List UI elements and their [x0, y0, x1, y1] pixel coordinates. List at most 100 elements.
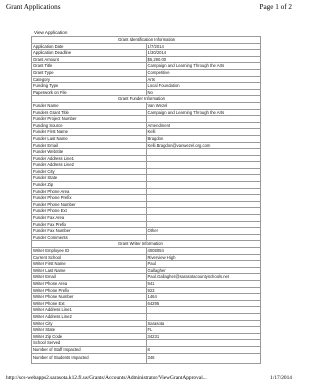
field-row: Grant Amount $5,290.00 [31, 55, 261, 64]
field-value [145, 167, 261, 176]
field-label: Funder Email [31, 141, 147, 150]
field-label: Funder Fax Number [31, 227, 147, 235]
grant-detail-table: Grant Identification Information Applicat… [31, 36, 261, 364]
field-label: Funder Project Number [31, 115, 147, 123]
field-label: Writer Email [31, 273, 147, 281]
field-label: Funder Fax Area [31, 214, 147, 222]
field-row: Writer Phone Area 941 [31, 279, 261, 288]
field-value [145, 233, 261, 242]
field-label: Application Deadline [31, 49, 147, 57]
field-value [145, 115, 261, 123]
field-value [145, 306, 261, 314]
field-value: 8 [145, 345, 261, 354]
field-value: 941 [145, 279, 261, 288]
field-row: Funder Fax Prefix [31, 220, 261, 229]
field-label: Funder Phone Area [31, 187, 147, 196]
field-row: Funder Address Line1 [31, 154, 261, 163]
field-label: Funder Name [31, 101, 147, 110]
field-row: Current School Riverview High [31, 253, 261, 262]
field-label: Current School [31, 253, 147, 262]
field-row: Funder Fax Number Other [31, 227, 261, 235]
field-value: Kelli.Bragdon@vanwezel.org.com [145, 141, 261, 150]
field-value [145, 207, 261, 216]
section-heading-row: Grant Funder Information [31, 95, 261, 103]
field-value [145, 214, 261, 222]
field-value [145, 200, 261, 209]
field-row: Writer State FL [31, 326, 261, 334]
field-value: 923 [145, 286, 261, 295]
field-value: Other [145, 227, 261, 235]
field-value: $5,290.00 [145, 55, 261, 64]
field-label: Funder State [31, 174, 147, 183]
field-value: 34231 [145, 332, 261, 341]
field-label: Funder City [31, 167, 147, 176]
field-label: Funder Comments [31, 233, 147, 242]
section-heading: Grant Funder Information [31, 95, 261, 103]
field-label: Grant Title [31, 62, 147, 70]
field-label: Writer State [31, 326, 147, 334]
section-heading-row: Grant Writer Information [31, 240, 261, 248]
page-footer: http://scs-webapps2.sarasota.k12.fl.us/G… [6, 374, 292, 382]
field-value: 4008054 [145, 247, 261, 255]
field-row: Writer Email Paul.Gallagher@sarasotacount… [31, 273, 261, 281]
field-label: Funder Phone Number [31, 200, 147, 209]
field-row: Application Date 1/7/2014 [31, 42, 261, 51]
field-value [145, 220, 261, 229]
field-label: Funder First Name [31, 128, 147, 136]
field-row: Funders Grant Title Campaign and Learning… [31, 108, 261, 117]
field-label: Funding Type [31, 82, 147, 90]
field-label: Writer Phone Area [31, 279, 147, 288]
field-row: Writer Address Line1 [31, 306, 261, 314]
field-row: Grant Type Competitive [31, 68, 261, 77]
field-label: Writer Phone Ext [31, 299, 147, 308]
field-row: Number of Students Impacted 346 [31, 352, 261, 364]
field-row: Writer Phone Prefix 923 [31, 286, 261, 295]
field-value: Van Wezel [145, 101, 261, 110]
field-value: 346 [145, 352, 261, 364]
field-row: Funding Source Amendment [31, 121, 261, 130]
field-value: Campaign and Learning Through the Arts [145, 62, 261, 70]
footer-url: http://scs-webapps2.sarasota.k12.fl.us/G… [6, 375, 207, 381]
field-label: Writer Address Line1 [31, 306, 147, 314]
field-value: Local Foundation [145, 82, 261, 90]
field-label: Writer Zip Code [31, 332, 147, 341]
field-value: 1/30/2014 [145, 49, 261, 57]
field-row: Funder WebSite [31, 148, 261, 156]
section-heading: Grant Identification Information [31, 36, 261, 44]
page-header: Grant Applications Page 1 of 2 [6, 2, 292, 12]
field-row: Writer City Sarasota [31, 319, 261, 328]
field-row: Writer Phone Number 1464 [31, 293, 261, 301]
field-value: FL [145, 326, 261, 334]
field-row: Application Deadline 1/30/2014 [31, 49, 261, 57]
field-value: 64295 [145, 299, 261, 308]
field-row: Funder State [31, 174, 261, 183]
field-label: Funder Zip [31, 181, 147, 189]
field-value [145, 161, 261, 169]
field-value [145, 174, 261, 183]
field-row: Funder Project Number [31, 115, 261, 123]
field-row: Funding Type Local Foundation [31, 82, 261, 90]
field-value: Sarasota [145, 319, 261, 328]
page-number: Page 1 of 2 [259, 3, 292, 11]
field-row: Funder Fax Area [31, 214, 261, 222]
field-label: Writer Phone Prefix [31, 286, 147, 295]
field-value: Bragdon [145, 134, 261, 143]
footer-date: 1/17/2014 [270, 375, 292, 381]
field-row: Funder Address Line2 [31, 161, 261, 169]
field-row: Funder Phone Number [31, 200, 261, 209]
field-row: Writer Last Name Gallagher [31, 266, 261, 275]
field-row: Writer Zip Code 34231 [31, 332, 261, 341]
field-value: Riverview High [145, 253, 261, 262]
field-row: School Served [31, 339, 261, 347]
field-label: Writer Phone Number [31, 293, 147, 301]
field-label: Application Date [31, 42, 147, 51]
field-label: Funder Fax Prefix [31, 220, 147, 229]
field-row: Writer First Name Paul [31, 260, 261, 268]
field-row: Funder First Name Kelli [31, 128, 261, 136]
section-heading: Grant Writer Information [31, 240, 261, 248]
field-row: Funder Comments [31, 233, 261, 242]
field-value: Competitive [145, 68, 261, 77]
field-label: Grant Type [31, 68, 147, 77]
field-row: Grant Title Campaign and Learning Through… [31, 62, 261, 70]
field-value [145, 339, 261, 347]
